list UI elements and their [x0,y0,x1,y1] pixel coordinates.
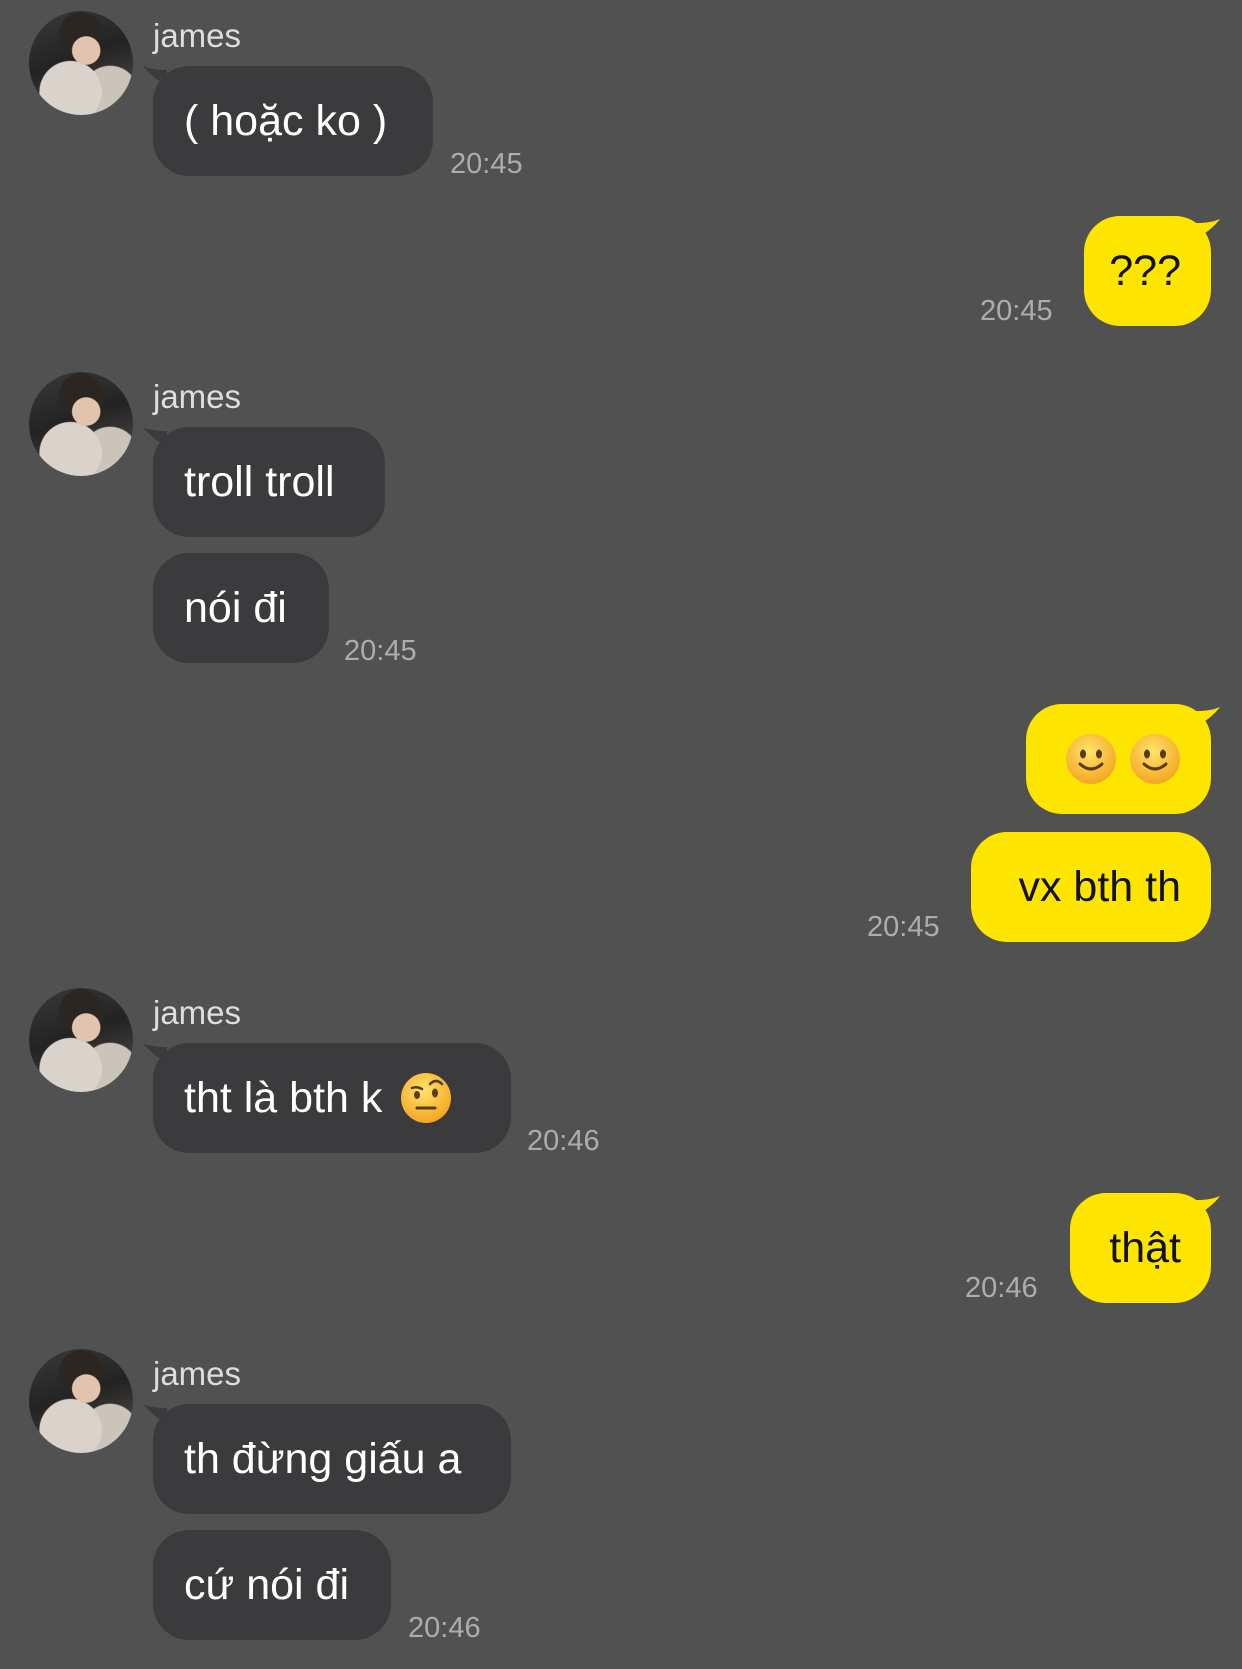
sender-name: james [153,378,242,415]
message-bubble[interactable]: ( hoặc ko ) [153,66,433,176]
message-bubble[interactable]: troll troll [153,427,385,537]
message-time: 20:46 [965,1272,1038,1304]
message-bubble[interactable]: tht là bth k [153,1043,511,1153]
message-text: nói đi [184,583,287,632]
message-bubble[interactable]: ??? [1084,216,1211,326]
message-time: 20:46 [408,1612,481,1644]
message-text: tht là bth k [184,1073,383,1122]
message-time: 20:45 [867,911,940,943]
avatar[interactable] [29,372,133,476]
face-with-raised-eyebrow-emoji [400,1072,452,1124]
avatar[interactable] [29,11,133,115]
message-bubble[interactable]: th đừng giấu a [153,1404,511,1514]
message-text: troll troll [184,457,335,506]
message-bubble[interactable]: thật [1070,1193,1211,1303]
message-bubble[interactable] [1026,704,1211,814]
sender-name: james [153,17,242,54]
message-time: 20:45 [344,635,417,667]
avatar[interactable] [29,1349,133,1453]
avatar[interactable] [29,988,133,1092]
message-time: 20:46 [527,1125,600,1157]
message-text: cứ nói đi [184,1560,350,1609]
sender-name: james [153,1355,242,1392]
message-text: thật [1109,1223,1181,1272]
message-bubble[interactable]: vx bth th [971,832,1211,942]
message-bubble[interactable]: nói đi [153,553,329,663]
message-text: th đừng giấu a [184,1434,462,1483]
message-text: ( hoặc ko ) [184,96,388,145]
message-time: 20:45 [450,148,523,180]
message-bubble[interactable]: cứ nói đi [153,1530,391,1640]
slightly-smiling-face-emoji [1129,733,1181,785]
message-text: vx bth th [1018,862,1181,911]
message-text: ??? [1109,246,1181,295]
slightly-smiling-face-emoji [1065,733,1117,785]
sender-name: james [153,994,242,1031]
message-time: 20:45 [980,295,1053,327]
